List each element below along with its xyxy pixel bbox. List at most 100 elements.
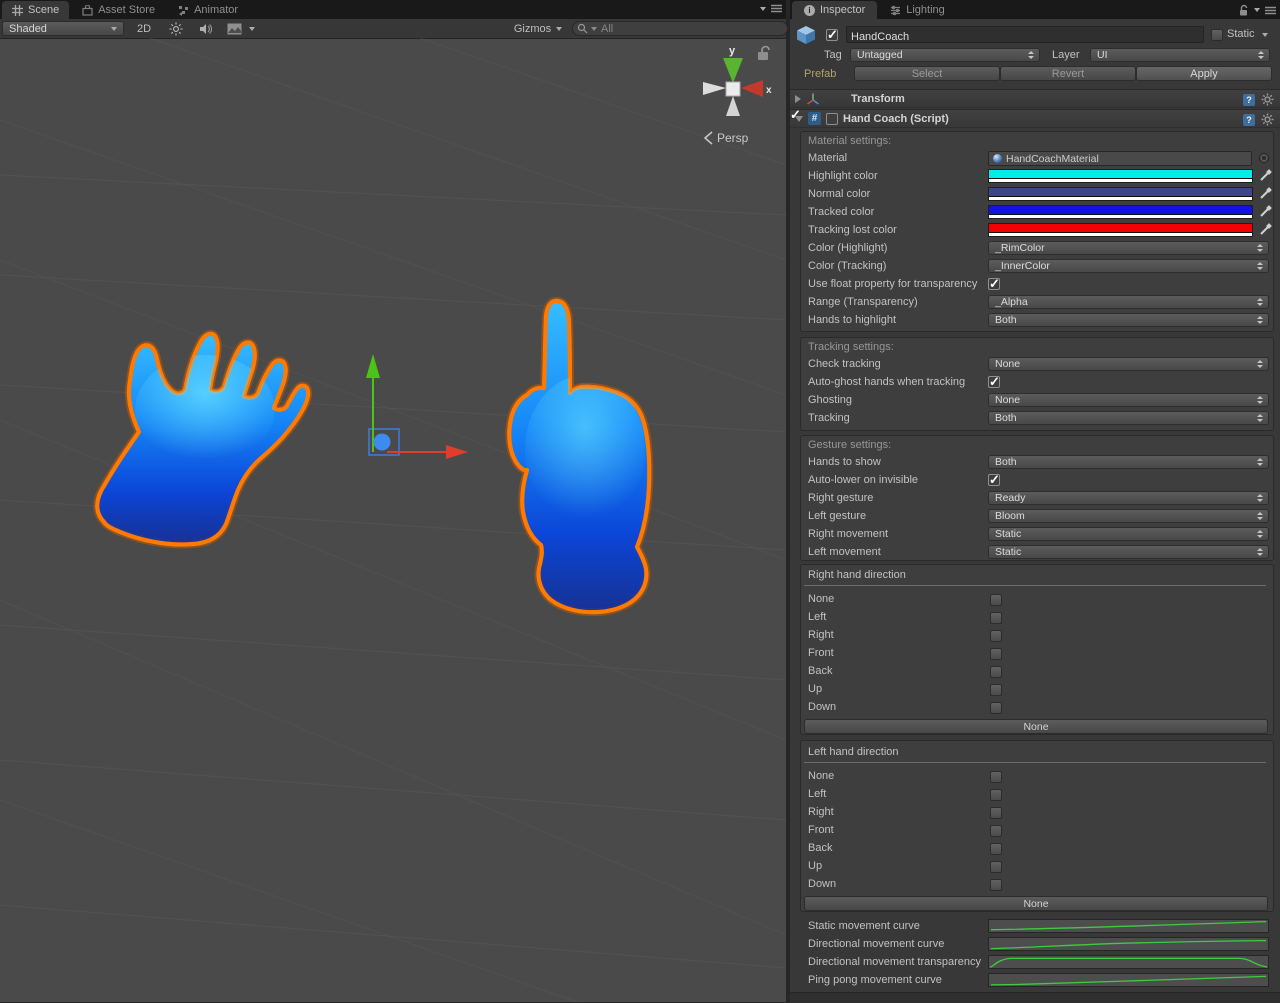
gizmo-y-axis-arrow[interactable] — [366, 354, 380, 378]
left-down-checkbox[interactable] — [990, 879, 1002, 891]
hand-coach-component-header[interactable]: Hand Coach (Script) — [790, 109, 1280, 128]
lock-icon[interactable] — [758, 45, 770, 60]
left-front-checkbox[interactable] — [990, 825, 1002, 837]
static-dropdown-icon[interactable] — [1262, 33, 1268, 37]
left-up-checkbox[interactable] — [990, 861, 1002, 873]
ghosting-dropdown[interactable]: None — [988, 393, 1269, 407]
highlight-color-swatch[interactable] — [988, 169, 1253, 183]
prefab-select-button[interactable]: Select — [854, 66, 1000, 81]
prefab-apply-button[interactable]: Apply — [1136, 66, 1272, 81]
left-gesture-dropdown[interactable]: Bloom — [988, 509, 1269, 523]
normal-color-swatch[interactable] — [988, 187, 1253, 201]
shading-mode-dropdown[interactable]: Shaded — [2, 21, 124, 36]
tab-scene[interactable]: Scene — [2, 1, 70, 19]
foldout-arrow-icon[interactable] — [795, 94, 801, 103]
tag-dropdown[interactable]: Untagged — [850, 48, 1040, 62]
inspector-menu-icon[interactable] — [1265, 6, 1276, 15]
right-up-checkbox[interactable] — [990, 684, 1002, 696]
eyedropper-icon[interactable] — [1259, 223, 1272, 236]
static-checkbox[interactable] — [1211, 29, 1223, 41]
right-left-checkbox[interactable] — [990, 612, 1002, 624]
left-axis-cone[interactable] — [703, 82, 726, 95]
hands-to-show-dropdown[interactable]: Both — [988, 455, 1269, 469]
right-down-checkbox[interactable] — [990, 702, 1002, 714]
use-float-property-checkbox[interactable] — [988, 276, 1000, 292]
gameobject-active-checkbox[interactable] — [826, 27, 838, 43]
projection-mode[interactable]: Persp — [703, 131, 749, 145]
left-right-checkbox[interactable] — [990, 807, 1002, 819]
gameobject-name-input[interactable] — [847, 29, 1203, 45]
right-right-checkbox[interactable] — [990, 630, 1002, 642]
tracked-color-swatch[interactable] — [988, 205, 1253, 219]
right-gesture-dropdown[interactable]: Ready — [988, 491, 1269, 505]
scene-search-input[interactable] — [599, 21, 783, 36]
color-tracking-dropdown[interactable]: _InnerColor — [988, 259, 1269, 273]
move-tool-gizmo[interactable] — [366, 354, 468, 459]
left-left-checkbox[interactable] — [990, 789, 1002, 801]
option-back-label: Back — [808, 842, 833, 854]
view-orientation-gizmo[interactable]: y x Persp — [703, 45, 772, 145]
object-picker-icon[interactable] — [1259, 153, 1269, 163]
effects-dropdown[interactable] — [246, 21, 258, 36]
eyedropper-icon[interactable] — [1259, 169, 1272, 182]
down-axis-cone[interactable] — [726, 96, 740, 116]
tracking-lost-color-swatch[interactable] — [988, 223, 1253, 237]
2d-toggle-button[interactable]: 2D — [130, 21, 158, 36]
y-axis-cone[interactable] — [723, 58, 743, 83]
tab-inspector[interactable]: Inspector — [792, 1, 878, 19]
right-none-checkbox[interactable] — [990, 594, 1002, 606]
eyedropper-icon[interactable] — [1259, 205, 1272, 218]
help-icon[interactable] — [1243, 113, 1255, 126]
left-hand-mesh[interactable] — [93, 329, 313, 549]
tracking-dropdown[interactable]: Both — [988, 411, 1269, 425]
tab-asset-store[interactable]: Asset Store — [72, 1, 165, 19]
gizmo-center-handle[interactable] — [373, 433, 391, 451]
scene-search-field[interactable] — [572, 21, 788, 36]
inspector-dropdown-icon[interactable] — [1254, 8, 1260, 12]
scene-viewport[interactable]: y x Persp — [0, 38, 786, 1002]
scene-lighting-toggle[interactable] — [164, 21, 188, 36]
transform-component-header[interactable]: Transform — [790, 89, 1280, 108]
right-front-checkbox[interactable] — [990, 648, 1002, 660]
prefab-revert-button[interactable]: Revert — [1000, 66, 1136, 81]
static-curve-label: Static movement curve — [808, 920, 920, 932]
eyedropper-icon[interactable] — [1259, 187, 1272, 200]
gizmos-dropdown[interactable]: Gizmos — [509, 21, 567, 36]
gizmo-x-axis-arrow[interactable] — [446, 445, 468, 459]
static-movement-curve-field[interactable] — [988, 919, 1269, 933]
layer-dropdown[interactable]: UI — [1090, 48, 1270, 62]
gesture-section-label: Gesture settings: — [808, 439, 892, 451]
help-icon[interactable] — [1243, 93, 1255, 106]
auto-ghost-checkbox[interactable] — [988, 374, 1000, 390]
left-movement-dropdown[interactable]: Static — [988, 545, 1269, 559]
material-object-field[interactable]: HandCoachMaterial — [988, 151, 1252, 166]
gizmo-cube[interactable] — [725, 81, 741, 97]
right-back-checkbox[interactable] — [990, 666, 1002, 678]
gear-icon[interactable] — [1261, 113, 1274, 126]
inspector-lock-icon[interactable] — [1238, 4, 1249, 16]
left-none-checkbox[interactable] — [990, 771, 1002, 783]
check-tracking-dropdown[interactable]: None — [988, 357, 1269, 371]
scene-panel-dropdown-icon[interactable] — [760, 6, 766, 11]
color-highlight-dropdown[interactable]: _RimColor — [988, 241, 1269, 255]
right-hand-direction-button[interactable]: None — [804, 719, 1268, 734]
hands-to-highlight-dropdown[interactable]: Both — [988, 313, 1269, 327]
right-hand-mesh[interactable] — [505, 296, 654, 617]
gear-icon[interactable] — [1261, 93, 1274, 106]
x-axis-cone[interactable] — [741, 80, 763, 97]
tab-animator[interactable]: Animator — [168, 1, 248, 19]
scene-effects-toggle[interactable] — [222, 21, 246, 36]
left-back-checkbox[interactable] — [990, 843, 1002, 855]
component-enabled-checkbox[interactable] — [826, 112, 838, 125]
directional-movement-curve-field[interactable] — [988, 937, 1269, 951]
scene-panel-menu-icon[interactable] — [771, 4, 782, 13]
pingpong-movement-curve-field[interactable] — [988, 973, 1269, 987]
right-movement-dropdown[interactable]: Static — [988, 527, 1269, 541]
range-transparency-dropdown[interactable]: _Alpha — [988, 295, 1269, 309]
gameobject-name-field[interactable] — [846, 26, 1204, 45]
tab-lighting[interactable]: Lighting — [880, 1, 955, 19]
scene-audio-toggle[interactable] — [193, 21, 217, 36]
auto-lower-checkbox[interactable] — [988, 472, 1000, 488]
left-hand-direction-button[interactable]: None — [804, 896, 1268, 911]
directional-transparency-curve-field[interactable] — [988, 955, 1269, 969]
